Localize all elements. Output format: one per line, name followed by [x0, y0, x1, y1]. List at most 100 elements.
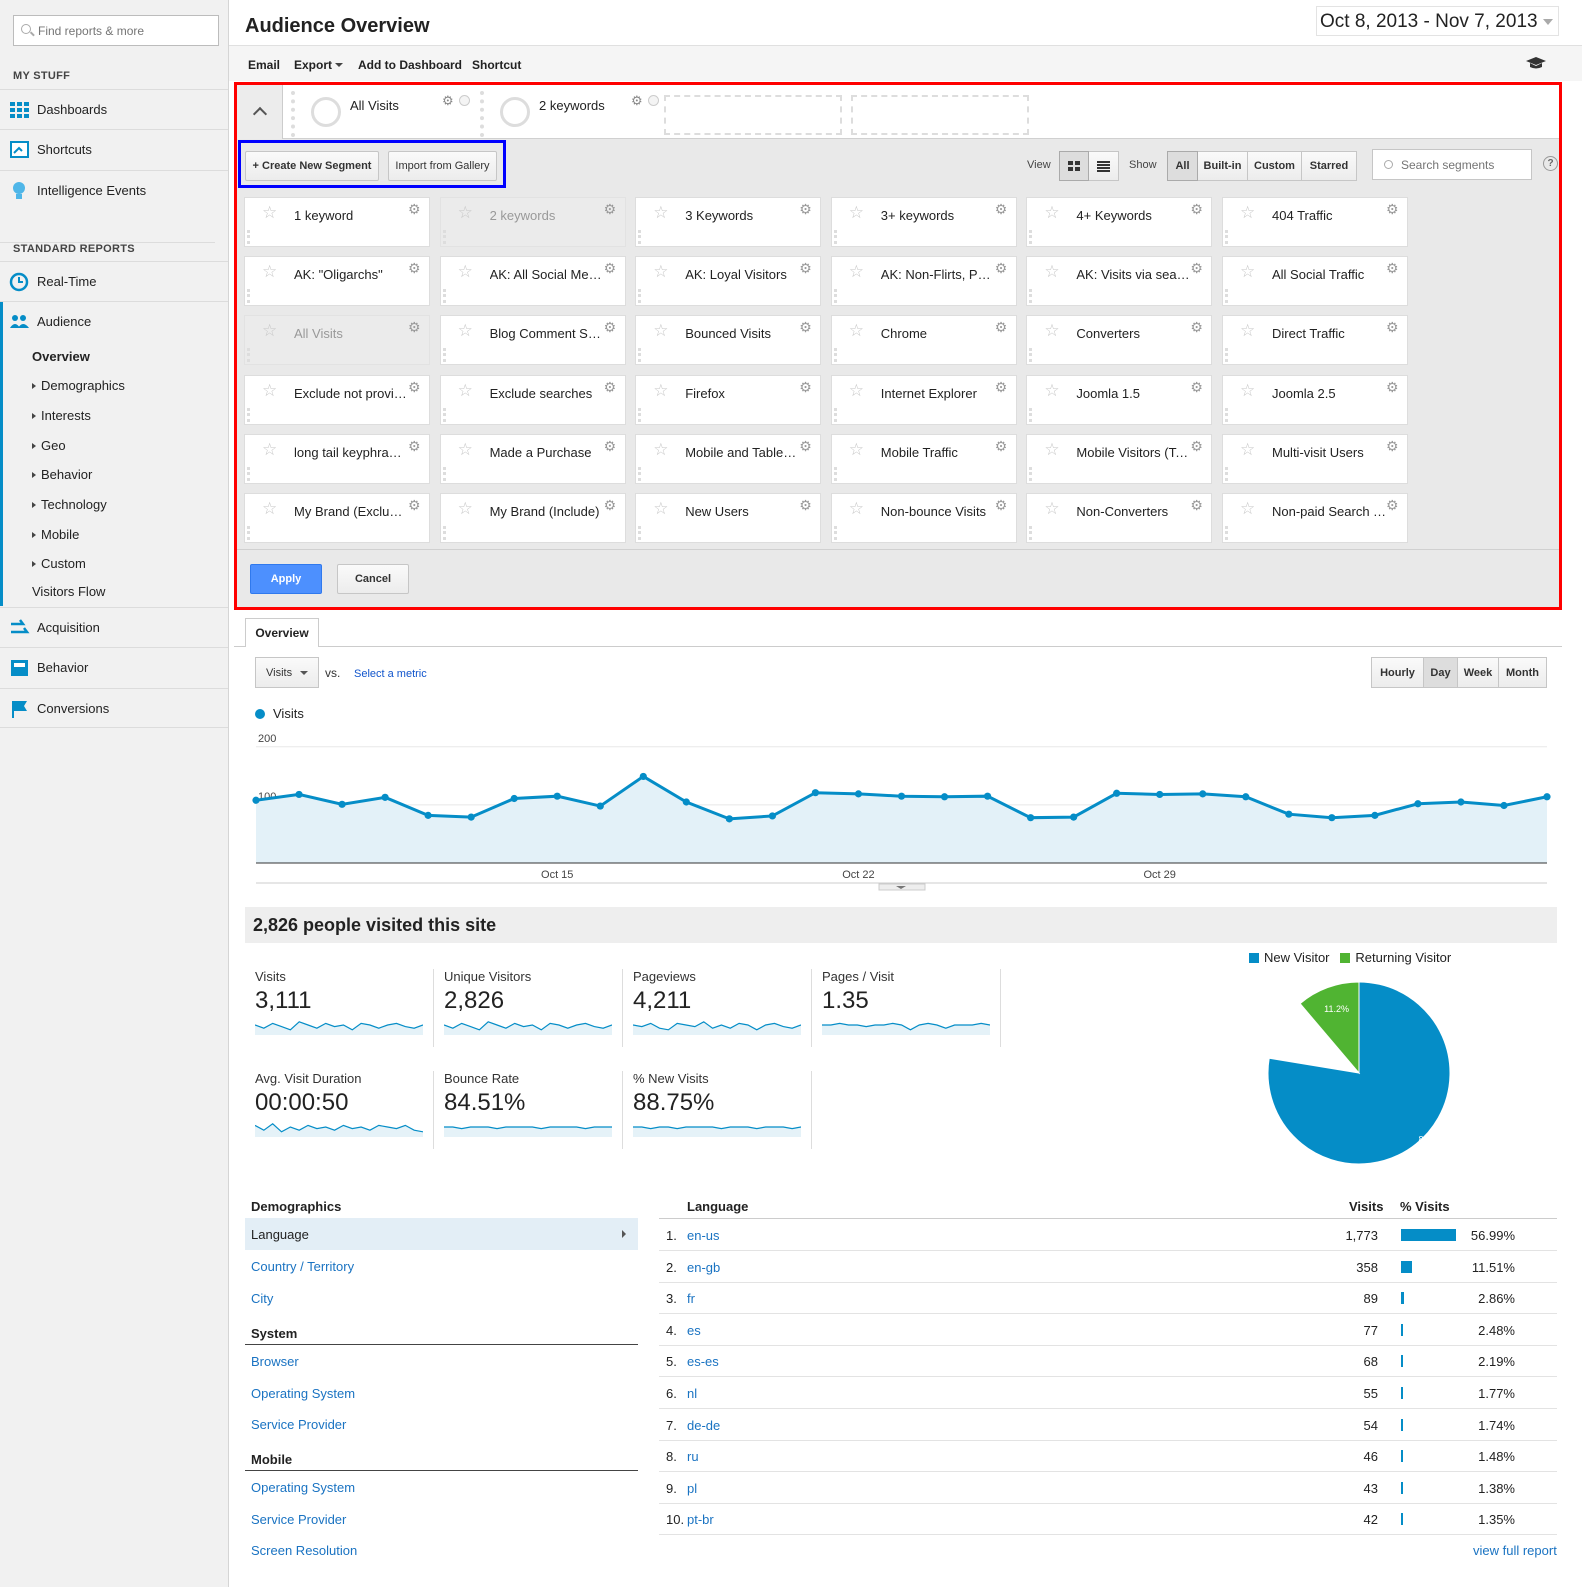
- gear-icon[interactable]: ⚙: [799, 379, 812, 396]
- segment-card[interactable]: ☆ AK: Loyal Visitors ⚙: [635, 256, 822, 307]
- star-icon[interactable]: ☆: [849, 203, 864, 223]
- graduation-cap-icon[interactable]: [1525, 56, 1547, 70]
- star-icon[interactable]: ☆: [653, 440, 668, 460]
- drag-handle[interactable]: [833, 526, 1014, 540]
- gear-icon[interactable]: ⚙: [408, 319, 421, 336]
- segment-card[interactable]: ☆ 4+ Keywords ⚙: [1026, 197, 1213, 247]
- gear-icon[interactable]: ⚙: [408, 379, 421, 396]
- star-icon[interactable]: ☆: [1240, 203, 1255, 223]
- drag-handle[interactable]: [833, 230, 1014, 244]
- segment-card[interactable]: ☆ Mobile Traffic ⚙: [830, 433, 1017, 484]
- segment-card[interactable]: ☆ Internet Explorer ⚙: [830, 374, 1017, 425]
- gear-icon[interactable]: ⚙: [995, 319, 1008, 336]
- segment-card[interactable]: ☆ Chrome ⚙: [830, 315, 1017, 366]
- sidebar-subitem-overview[interactable]: Overview: [32, 349, 90, 364]
- segment-card[interactable]: ☆ long tail keyphrases ⚙: [244, 433, 430, 484]
- star-icon[interactable]: ☆: [653, 321, 668, 341]
- gear-icon[interactable]: ⚙: [995, 438, 1008, 455]
- gear-icon[interactable]: ⚙: [799, 201, 812, 218]
- segment-card[interactable]: ☆ Bounced Visits ⚙: [635, 315, 822, 366]
- sidebar-item-audience[interactable]: Audience: [0, 301, 228, 341]
- segment-card[interactable]: ☆ All Visits ⚙: [244, 315, 430, 366]
- star-icon[interactable]: ☆: [849, 381, 864, 401]
- drag-handle[interactable]: [247, 230, 427, 244]
- gear-icon[interactable]: ⚙: [604, 497, 617, 514]
- segment-card[interactable]: ☆ 3+ keywords ⚙: [830, 197, 1017, 247]
- period-hourly-button[interactable]: Hourly: [1371, 657, 1424, 688]
- star-icon[interactable]: ☆: [458, 440, 473, 460]
- drag-handle[interactable]: [1029, 407, 1209, 422]
- sidebar-subitem-behavior[interactable]: Behavior: [32, 467, 92, 482]
- drag-handle[interactable]: [1029, 230, 1209, 244]
- sidebar-item-shortcuts[interactable]: Shortcuts: [0, 129, 228, 169]
- gear-icon[interactable]: ⚙: [604, 260, 617, 277]
- gear-icon[interactable]: ⚙: [408, 260, 421, 277]
- export-button[interactable]: Export: [294, 58, 344, 72]
- gear-icon[interactable]: ⚙: [604, 319, 617, 336]
- gear-icon[interactable]: ⚙: [408, 201, 421, 218]
- drag-handle[interactable]: [638, 230, 818, 244]
- star-icon[interactable]: ☆: [458, 262, 473, 282]
- language-link[interactable]: en-us: [687, 1228, 720, 1243]
- segment-card[interactable]: ☆ 1 keyword ⚙: [244, 197, 430, 247]
- grid-view-button[interactable]: [1059, 151, 1089, 181]
- star-icon[interactable]: ☆: [849, 321, 864, 341]
- sidebar-item-behavior[interactable]: Behavior: [0, 647, 228, 687]
- system-item-operating-system[interactable]: Operating System: [251, 1386, 355, 1401]
- add-to-dashboard-button[interactable]: Add to Dashboard: [358, 58, 462, 72]
- drag-handle[interactable]: [442, 407, 623, 422]
- sidebar-subitem-custom[interactable]: Custom: [32, 556, 86, 571]
- sidebar-subitem-demographics[interactable]: Demographics: [32, 378, 125, 393]
- language-link[interactable]: nl: [687, 1386, 697, 1401]
- list-view-button[interactable]: [1089, 151, 1119, 181]
- segment-card[interactable]: ☆ AK: "Oligarchs" ⚙: [244, 256, 430, 307]
- drag-handle[interactable]: [638, 466, 818, 481]
- gear-icon[interactable]: ⚙: [442, 93, 454, 109]
- star-icon[interactable]: ☆: [849, 262, 864, 282]
- segment-card[interactable]: ☆ Joomla 2.5 ⚙: [1222, 374, 1408, 425]
- star-icon[interactable]: ☆: [1044, 203, 1059, 223]
- segment-card[interactable]: ☆ Blog Comment Spam ⚙: [439, 315, 626, 366]
- star-icon[interactable]: ☆: [458, 381, 473, 401]
- drag-handle[interactable]: [638, 407, 818, 422]
- segment-card[interactable]: ☆ Multi-visit Users ⚙: [1222, 433, 1408, 484]
- drag-handle[interactable]: [833, 466, 1014, 481]
- search-segments-input[interactable]: [1372, 149, 1532, 180]
- mobile-item-operating-system[interactable]: Operating System: [251, 1480, 355, 1495]
- gear-icon[interactable]: ⚙: [995, 260, 1008, 277]
- language-link[interactable]: es-es: [687, 1354, 719, 1369]
- language-link[interactable]: en-gb: [687, 1260, 720, 1275]
- gear-icon[interactable]: ⚙: [799, 497, 812, 514]
- star-icon[interactable]: ☆: [262, 321, 277, 341]
- gear-icon[interactable]: ⚙: [1190, 438, 1203, 455]
- gear-icon[interactable]: ⚙: [1386, 497, 1399, 514]
- gear-icon[interactable]: ⚙: [631, 93, 643, 109]
- gear-icon[interactable]: ⚙: [1190, 201, 1203, 218]
- find-reports-input[interactable]: [13, 15, 219, 46]
- show-custom-button[interactable]: Custom: [1248, 151, 1302, 181]
- sidebar-subitem-interests[interactable]: Interests: [32, 408, 91, 423]
- segment-card[interactable]: ☆ Mobile and Tablet Traffic⚙: [635, 433, 822, 484]
- drag-handle[interactable]: [1029, 348, 1209, 363]
- segment-card[interactable]: ☆ All Social Traffic ⚙: [1222, 256, 1408, 307]
- gear-icon[interactable]: ⚙: [995, 497, 1008, 514]
- gear-icon[interactable]: ⚙: [1190, 319, 1203, 336]
- drag-handle[interactable]: [638, 289, 818, 304]
- star-icon[interactable]: ☆: [653, 381, 668, 401]
- system-item-service-provider[interactable]: Service Provider: [251, 1417, 346, 1432]
- show-built-in-button[interactable]: Built-in: [1198, 151, 1248, 181]
- mobile-item-service-provider[interactable]: Service Provider: [251, 1512, 346, 1527]
- create-new-segment-button[interactable]: + Create New Segment: [245, 151, 379, 181]
- gear-icon[interactable]: ⚙: [1386, 201, 1399, 218]
- demographics-item-language[interactable]: Language: [245, 1218, 638, 1250]
- drag-handle[interactable]: [442, 466, 623, 481]
- star-icon[interactable]: ☆: [458, 203, 473, 223]
- metric-select[interactable]: Visits: [255, 657, 319, 688]
- view-full-report-link[interactable]: view full report: [1473, 1543, 1557, 1558]
- drag-handle[interactable]: [1029, 289, 1209, 304]
- drag-handle[interactable]: [442, 230, 623, 244]
- drag-handle[interactable]: [1029, 466, 1209, 481]
- gear-icon[interactable]: ⚙: [799, 260, 812, 277]
- segment-card[interactable]: ☆ 2 keywords ⚙: [439, 197, 626, 247]
- language-link[interactable]: pt-br: [687, 1512, 714, 1527]
